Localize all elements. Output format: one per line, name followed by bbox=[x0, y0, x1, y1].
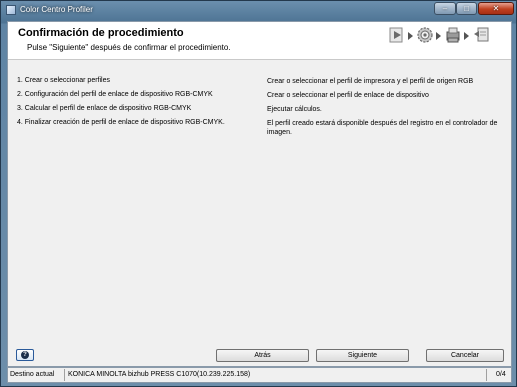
step-arrow-icon bbox=[464, 32, 469, 40]
step-name: 3. Calcular el perfil de enlace de dispo… bbox=[17, 105, 192, 112]
status-divider bbox=[64, 369, 65, 381]
gear-step-icon bbox=[417, 27, 433, 43]
window-title: Color Centro Profiler bbox=[20, 5, 93, 14]
app-icon bbox=[6, 5, 16, 15]
step-description: Ejecutar cálculos. bbox=[267, 106, 322, 113]
status-divider bbox=[486, 369, 487, 381]
status-bar: Destino actual KONICA MINOLTA bizhub PRE… bbox=[7, 367, 512, 383]
status-label: Destino actual bbox=[10, 371, 55, 378]
current-device: KONICA MINOLTA bizhub PRESS C1070(10.239… bbox=[68, 371, 251, 378]
footer-bar: ? Atrás Siguiente Cancelar bbox=[8, 344, 511, 367]
profile-step-icon bbox=[474, 27, 489, 42]
header-panel: Confirmación de procedimiento Pulse "Sig… bbox=[8, 22, 511, 60]
help-icon: ? bbox=[21, 351, 29, 359]
step-name: 2. Configuración del perfil de enlace de… bbox=[17, 91, 213, 98]
step-description: Crear o seleccionar el perfil de enlace … bbox=[267, 92, 429, 99]
step-description: Crear o seleccionar el perfil de impreso… bbox=[267, 78, 474, 85]
play-step-icon bbox=[389, 27, 403, 43]
minimize-button[interactable]: – bbox=[434, 2, 456, 15]
help-button[interactable]: ? bbox=[16, 349, 34, 361]
page-title: Confirmación de procedimiento bbox=[18, 27, 184, 39]
maximize-button[interactable]: □ bbox=[456, 2, 477, 15]
progress-count: 0/4 bbox=[496, 371, 506, 378]
step-name: 1. Crear o seleccionar perfiles bbox=[17, 77, 110, 84]
next-button[interactable]: Siguiente bbox=[316, 349, 409, 362]
back-button[interactable]: Atrás bbox=[216, 349, 309, 362]
step-description: El perfil creado estará disponible despu… bbox=[267, 120, 498, 136]
step-arrow-icon bbox=[436, 32, 441, 40]
page-subtitle: Pulse "Siguiente" después de confirmar e… bbox=[27, 43, 231, 52]
printer-step-icon bbox=[446, 27, 460, 43]
close-button[interactable]: ✕ bbox=[478, 2, 514, 15]
title-bar[interactable]: Color Centro Profiler – □ ✕ bbox=[1, 1, 516, 21]
procedure-list: 1. Crear o seleccionar perfiles Crear o … bbox=[8, 60, 511, 344]
step-arrow-icon bbox=[408, 32, 413, 40]
cancel-button[interactable]: Cancelar bbox=[426, 349, 504, 362]
step-indicator bbox=[386, 24, 510, 48]
step-name: 4. Finalizar creación de perfil de enlac… bbox=[17, 119, 225, 126]
dialog-body: Confirmación de procedimiento Pulse "Sig… bbox=[7, 21, 512, 367]
app-window: Color Centro Profiler – □ ✕ Confirmación… bbox=[0, 0, 517, 387]
